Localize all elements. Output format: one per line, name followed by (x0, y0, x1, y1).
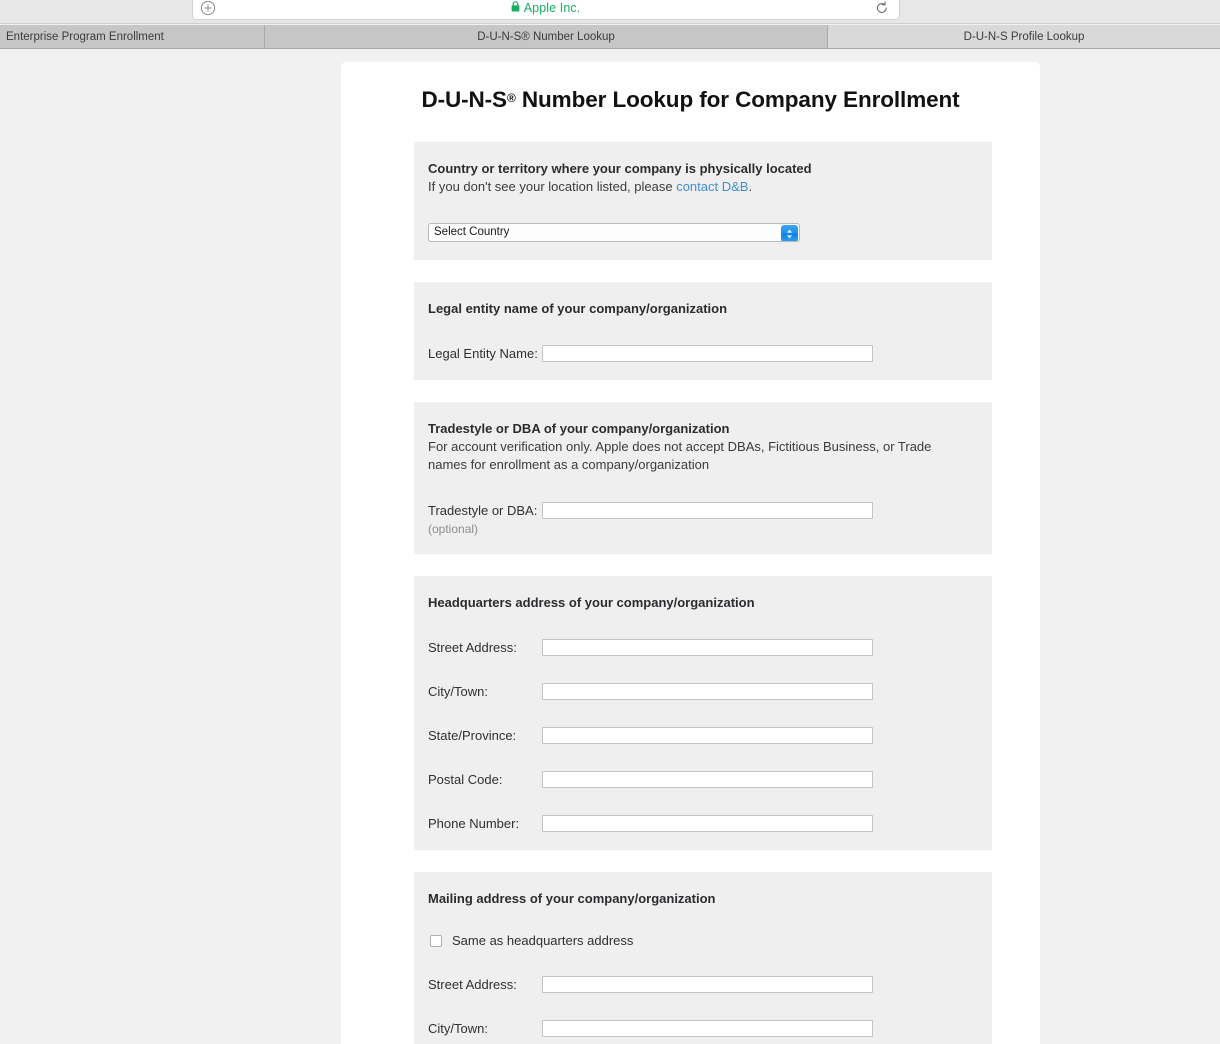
hq-phone-number-input[interactable] (542, 815, 873, 832)
tradestyle-input[interactable] (542, 502, 873, 519)
legal-entity-name-row: Legal Entity Name: (428, 345, 992, 362)
tab-bar: Enterprise Program Enrollment D-U-N-S® N… (0, 25, 1220, 49)
section-title: Tradestyle or DBA of your company/organi… (428, 421, 730, 436)
country-select-value: Select Country (434, 226, 510, 238)
page-title: D-U-N-S® Number Lookup for Company Enrol… (341, 62, 1040, 113)
section-country: Country or territory where your company … (414, 142, 992, 260)
lock-icon (511, 0, 520, 15)
tab-label: D-U-N-S® Number Lookup (477, 30, 615, 43)
form-sections: Country or territory where your company … (341, 113, 1040, 1044)
hq-phone-number-row: Phone Number: (428, 815, 992, 832)
legal-entity-name-label: Legal Entity Name: (428, 345, 538, 361)
hq-postal-code-row: Postal Code: (428, 771, 992, 788)
section-mailing-address: Mailing address of your company/organiza… (414, 872, 992, 1044)
hq-street-address-label: Street Address: (428, 639, 517, 655)
page-title-rest: Number Lookup for Company Enrollment (515, 87, 960, 112)
address-bar[interactable]: Apple Inc. (192, 0, 900, 20)
legal-entity-name-input[interactable] (542, 345, 873, 362)
section-tradestyle: Tradestyle or DBA of your company/organi… (414, 402, 992, 554)
site-name-label: Apple Inc. (523, 0, 581, 15)
hq-postal-code-input[interactable] (542, 771, 873, 788)
same-as-headquarters-label: Same as headquarters address (452, 933, 634, 948)
section-description: If you don't see your location listed, p… (428, 178, 940, 196)
section-title: Mailing address of your company/organiza… (428, 891, 716, 906)
hq-state-input[interactable] (542, 727, 873, 744)
description-text-before: If you don't see your location listed, p… (428, 179, 677, 194)
hq-city-label: City/Town: (428, 683, 488, 699)
tab-duns-profile-lookup[interactable]: D-U-N-S Profile Lookup (828, 25, 1220, 48)
page-scroll-area[interactable]: D-U-N-S® Number Lookup for Company Enrol… (0, 50, 1220, 1044)
hq-street-address-row: Street Address: (428, 639, 992, 656)
mailing-street-address-label: Street Address: (428, 976, 517, 992)
plus-circle-icon[interactable] (200, 0, 216, 16)
section-legal-entity: Legal entity name of your company/organi… (414, 282, 992, 380)
mailing-city-input[interactable] (542, 1020, 873, 1037)
section-title: Country or territory where your company … (428, 161, 812, 176)
tab-label: Enterprise Program Enrollment (6, 30, 164, 43)
content-card: D-U-N-S® Number Lookup for Company Enrol… (341, 62, 1040, 1044)
tab-enterprise-program-enrollment[interactable]: Enterprise Program Enrollment (0, 25, 265, 48)
hq-phone-number-label: Phone Number: (428, 815, 520, 831)
page-title-main: D-U-N-S (421, 87, 507, 112)
mailing-city-label: City/Town: (428, 1020, 488, 1036)
description-text-after: . (748, 179, 753, 194)
hq-city-input[interactable] (542, 683, 873, 700)
same-as-hq-row[interactable]: Same as headquarters address (428, 933, 992, 949)
address-bar-site[interactable]: Apple Inc. (216, 1, 875, 15)
mailing-city-row: City/Town: (428, 1020, 992, 1037)
hq-state-row: State/Province: (428, 727, 992, 744)
hq-postal-code-label: Postal Code: (428, 771, 503, 787)
section-description: For account verification only. Apple doe… (428, 439, 932, 472)
section-headquarters: Headquarters address of your company/org… (414, 576, 992, 850)
hq-state-label: State/Province: (428, 727, 517, 743)
page-title-registered-mark: ® (506, 91, 516, 105)
reload-icon[interactable] (875, 0, 889, 15)
select-stepper-icon[interactable] (781, 225, 798, 241)
tradestyle-label: Tradestyle or DBA: (428, 502, 538, 518)
mailing-street-address-row: Street Address: (428, 976, 992, 993)
tab-duns-number-lookup[interactable]: D-U-N-S® Number Lookup (265, 25, 828, 48)
hq-city-row: City/Town: (428, 683, 992, 700)
tradestyle-optional-note: (optional) (428, 522, 479, 536)
section-title: Legal entity name of your company/organi… (428, 301, 728, 316)
tradestyle-row: Tradestyle or DBA: (428, 502, 992, 519)
country-select[interactable]: Select Country (428, 223, 800, 242)
contact-dnb-link[interactable]: contact D&B (676, 179, 748, 194)
section-title: Headquarters address of your company/org… (428, 595, 755, 610)
tab-label: D-U-N-S Profile Lookup (963, 30, 1085, 43)
hq-street-address-input[interactable] (542, 639, 873, 656)
same-as-headquarters-checkbox[interactable] (430, 935, 442, 947)
browser-chrome: Apple Inc. (0, 0, 1220, 24)
country-select-wrapper[interactable]: Select Country (428, 223, 800, 242)
mailing-street-address-input[interactable] (542, 976, 873, 993)
